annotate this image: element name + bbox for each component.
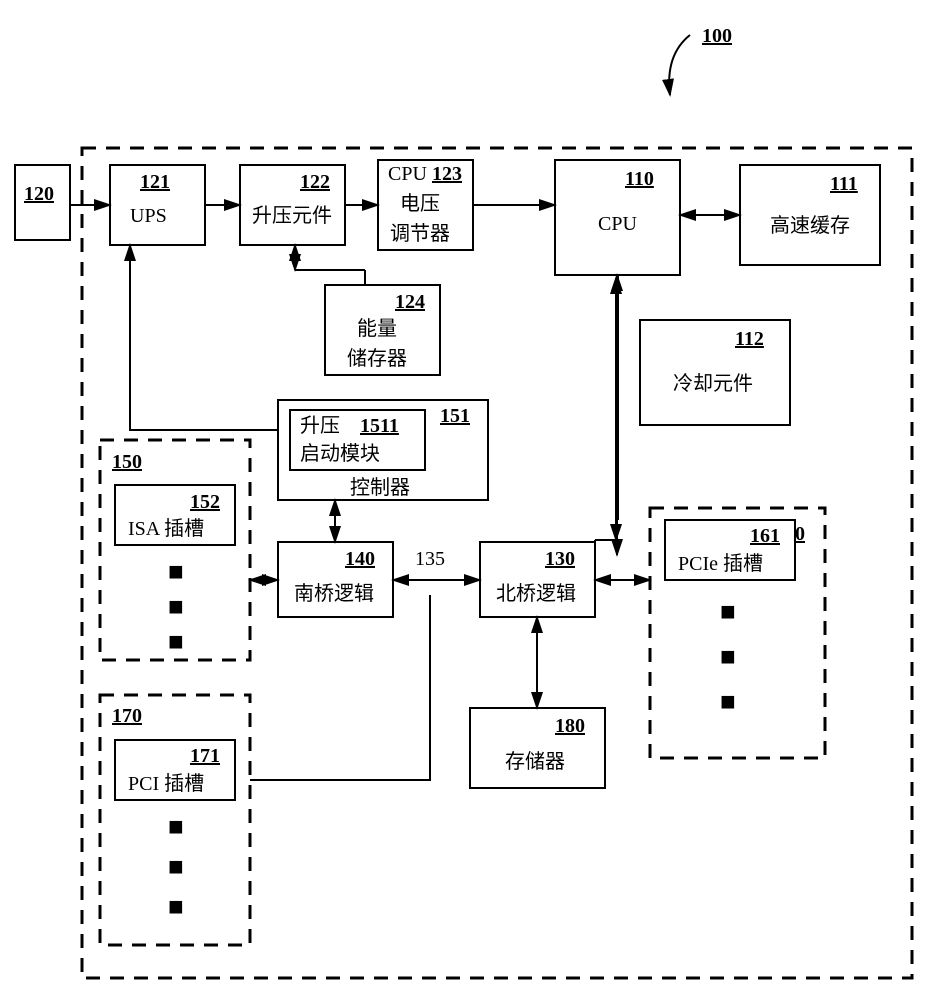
ups-ref: 121	[140, 171, 170, 193]
ups-label: UPS	[130, 205, 167, 227]
sb-label: 南桥逻辑	[294, 582, 374, 605]
sub-ref: 1511	[360, 415, 399, 437]
nb-ref: 130	[545, 548, 575, 570]
vreg-mid: 电压	[400, 192, 440, 215]
sb-ref: 140	[345, 548, 375, 570]
figure-ref: 100	[702, 25, 732, 47]
mem-ref: 180	[555, 715, 585, 737]
sub-l1: 升压	[300, 414, 340, 437]
architecture-diagram: 100 120 121 UPS 122 升压元件 CPU 123 电压 调节器 …	[0, 0, 928, 1000]
pci-slot-label: PCI 插槽	[128, 772, 204, 795]
controller-ref: 151	[440, 405, 470, 427]
vreg-ref: 123	[432, 163, 462, 185]
pcie-dots: ■	[720, 687, 736, 716]
vreg-bot: 调节器	[390, 222, 450, 245]
boost-label: 升压元件	[252, 204, 332, 227]
mem-label: 存储器	[505, 750, 565, 773]
pci-slot-ref: 171	[190, 745, 220, 767]
cool-label: 冷却元件	[673, 372, 753, 395]
isa-group-ref: 150	[112, 451, 142, 473]
external-ref: 120	[24, 183, 54, 205]
pci-dots: ■	[168, 892, 184, 921]
cool-ref: 112	[735, 328, 764, 350]
pcie-dots: ■	[720, 642, 736, 671]
pci-dots: ■	[168, 812, 184, 841]
isa-slot-ref: 152	[190, 491, 220, 513]
isa-dots: ■	[168, 627, 184, 656]
pcie-dots: ■	[720, 597, 736, 626]
pcie-slot-ref: 161	[750, 525, 780, 547]
pci-group-ref: 170	[112, 705, 142, 727]
pci-dots: ■	[168, 852, 184, 881]
isa-dots: ■	[168, 592, 184, 621]
cache-ref: 111	[830, 173, 858, 195]
northbridge-block	[480, 542, 595, 617]
boost-ref: 122	[300, 171, 330, 193]
estore-ref: 124	[395, 291, 425, 313]
controller-label: 控制器	[350, 476, 410, 499]
sub-l2: 启动模块	[300, 442, 380, 465]
isa-slot-label: ISA 插槽	[128, 517, 204, 540]
nb-label: 北桥逻辑	[496, 582, 576, 605]
southbridge-block	[278, 542, 393, 617]
cpu-ref: 110	[625, 168, 654, 190]
estore-l1: 能量	[357, 317, 397, 340]
pcie-slot-label: PCIe 插槽	[678, 552, 763, 575]
isa-dots: ■	[168, 557, 184, 586]
estore-l2: 储存器	[347, 347, 407, 370]
cpu-label: CPU	[598, 213, 637, 235]
bus-label: 135	[415, 548, 445, 570]
vreg-top: CPU	[388, 163, 427, 185]
cache-label: 高速缓存	[770, 214, 850, 237]
